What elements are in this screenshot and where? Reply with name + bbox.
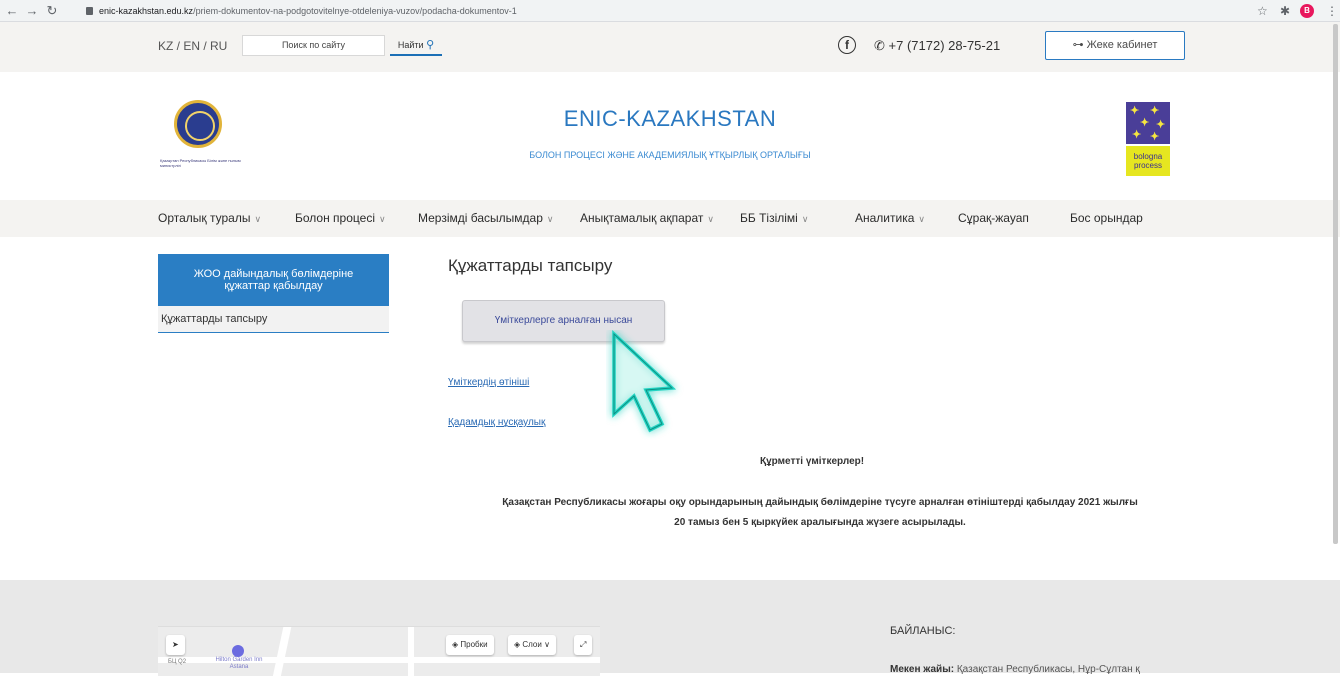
chevron-down-icon: ∨ bbox=[544, 640, 550, 649]
back-icon[interactable]: ← bbox=[4, 2, 20, 20]
address-text: Мекен жайы: Қазақстан Республикасы, Нұр-… bbox=[890, 664, 1140, 675]
forward-icon[interactable]: → bbox=[24, 2, 40, 20]
bologna-process-logo[interactable]: ✦ ✦ ✦ ✦ ✦ ✦ bologna process bbox=[1126, 102, 1170, 176]
chevron-down-icon: ∨ bbox=[254, 214, 262, 224]
map-poi-label: Hilton Garden Inn Astana bbox=[215, 657, 263, 670]
map-traffic-button[interactable]: ◈ Пробки bbox=[446, 635, 494, 655]
scrollbar[interactable] bbox=[1333, 24, 1338, 544]
menu-icon[interactable]: ⋮ bbox=[1326, 2, 1338, 20]
address-bar[interactable]: enic-kazakhstan.edu.kz/priem-dokumentov-… bbox=[86, 2, 1246, 20]
notice-line-1: Қазақстан Республикасы жоғары оқу орында… bbox=[502, 497, 1138, 508]
contact-heading: БАЙЛАНЫС: bbox=[890, 625, 956, 637]
applicant-application-link[interactable]: Үміткердің өтініші bbox=[448, 377, 529, 388]
admission-notice: Қазақстан Республикасы жоғары оқу орында… bbox=[430, 493, 1210, 533]
map-layers-button[interactable]: ◈ Слои ∨ bbox=[508, 635, 556, 655]
sidebar-section-header[interactable]: ЖОО дайындалық бөлімдеріне құжаттар қабы… bbox=[158, 254, 389, 306]
map-road bbox=[272, 627, 292, 676]
language-switcher[interactable]: KZ / EN / RU bbox=[158, 39, 227, 53]
bologna-wordmark: bologna process bbox=[1126, 146, 1170, 176]
site-footer: ➤ БЦ Q2 Hilton Garden Inn Astana ◈ Пробк… bbox=[0, 580, 1340, 676]
site-header: Қазақстан Республикасы Білім және ғылым … bbox=[0, 72, 1340, 200]
search-icon: ⚲ bbox=[426, 39, 435, 51]
mouse-cursor-icon bbox=[612, 330, 677, 433]
nav-item-about[interactable]: Орталық туралы ∨ bbox=[158, 200, 261, 237]
nav-item-analytics[interactable]: Аналитика ∨ bbox=[855, 200, 925, 237]
map-locate-button[interactable]: ➤ bbox=[166, 635, 185, 655]
nav-item-bologna[interactable]: Болон процесі ∨ bbox=[295, 200, 386, 237]
browser-toolbar: ← → ↻ enic-kazakhstan.edu.kz/priem-dokum… bbox=[0, 0, 1340, 22]
search-button[interactable]: Найти ⚲ bbox=[390, 36, 442, 56]
greeting-text: Құрметті үміткерлер! bbox=[760, 456, 865, 467]
phone-icon: ✆ bbox=[874, 38, 885, 53]
url-path: /priem-dokumentov-na-podgotovitelnye-otd… bbox=[193, 6, 517, 16]
nav-item-reference[interactable]: Анықтамалық ақпарат ∨ bbox=[580, 200, 714, 237]
hotel-pin-icon bbox=[232, 645, 244, 657]
phone-text: +7 (7172) 28-75-21 bbox=[888, 38, 1001, 53]
page-title: Құжаттарды тапсыру bbox=[448, 256, 613, 275]
map-road bbox=[408, 627, 414, 676]
search-button-label: Найти bbox=[397, 40, 424, 50]
facebook-icon[interactable]: f bbox=[838, 36, 856, 54]
phone-number: ✆ +7 (7172) 28-75-21 bbox=[874, 38, 1000, 54]
reload-icon[interactable]: ↻ bbox=[44, 2, 60, 20]
key-icon: ⊶ bbox=[1072, 39, 1084, 51]
map-fullscreen-button[interactable]: ⤢ bbox=[574, 635, 593, 655]
lock-icon bbox=[86, 6, 93, 15]
nav-item-vacancies[interactable]: Бос орындар bbox=[1070, 200, 1143, 237]
traffic-icon: ◈ bbox=[452, 640, 459, 649]
nav-item-registry[interactable]: ББ Тізілімі ∨ bbox=[740, 200, 808, 237]
chevron-down-icon: ∨ bbox=[918, 214, 925, 224]
star-icon[interactable]: ☆ bbox=[1257, 2, 1268, 20]
chevron-down-icon: ∨ bbox=[546, 214, 554, 224]
bologna-stars-icon: ✦ ✦ ✦ ✦ ✦ ✦ bbox=[1126, 102, 1170, 144]
chevron-down-icon: ∨ bbox=[801, 214, 809, 224]
chevron-down-icon: ∨ bbox=[707, 214, 714, 224]
map-label: БЦ Q2 bbox=[168, 659, 187, 665]
profile-avatar[interactable]: B bbox=[1300, 4, 1314, 18]
nav-item-periodicals[interactable]: Мерзімді басылымдар ∨ bbox=[418, 200, 553, 237]
step-guide-link[interactable]: Қадамдық нұсқаулық bbox=[448, 417, 545, 428]
chevron-down-icon: ∨ bbox=[378, 214, 386, 224]
locate-arrow-icon: ➤ bbox=[172, 640, 179, 649]
cabinet-label: Жеке кабинет bbox=[1086, 39, 1158, 51]
nav-item-faq[interactable]: Сұрақ-жауап bbox=[958, 200, 1029, 237]
url-host: enic-kazakhstan.edu.kz bbox=[99, 6, 194, 16]
search-input[interactable]: Поиск по сайту bbox=[242, 35, 385, 56]
extensions-icon[interactable]: ✱ bbox=[1280, 2, 1290, 20]
location-map[interactable]: ➤ БЦ Q2 Hilton Garden Inn Astana ◈ Пробк… bbox=[158, 626, 600, 676]
sidebar-item-submit-documents[interactable]: Құжаттарды тапсыру bbox=[158, 306, 389, 333]
notice-line-2: 20 тамыз бен 5 қыркүйек аралығында жүзег… bbox=[674, 517, 966, 528]
main-nav: Орталық туралы ∨ Болон процесі ∨ Мерзімді … bbox=[0, 200, 1340, 237]
expand-icon: ⤢ bbox=[580, 640, 587, 649]
layers-icon: ◈ bbox=[514, 640, 521, 649]
top-bar: KZ / EN / RU Поиск по сайту Найти ⚲ f ✆ … bbox=[0, 22, 1340, 72]
personal-cabinet-button[interactable]: ⊶ Жеке кабинет bbox=[1045, 31, 1185, 60]
